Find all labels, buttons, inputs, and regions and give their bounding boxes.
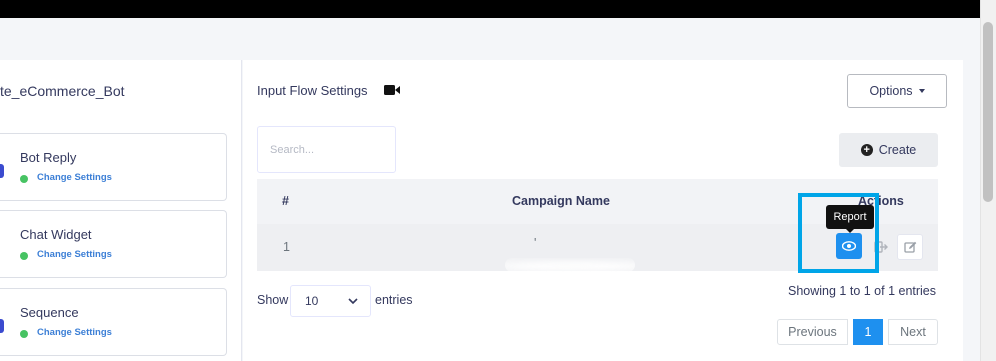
- bot-item-bot-reply[interactable]: Bot Reply Change Settings: [0, 133, 227, 201]
- status-dot-icon: [20, 175, 28, 183]
- search-input[interactable]: [257, 126, 396, 173]
- highlight-box: [798, 193, 879, 273]
- options-dropdown-button[interactable]: Options: [847, 74, 947, 108]
- change-settings-link[interactable]: Change Settings: [37, 249, 112, 260]
- bot-item-chat-widget[interactable]: Chat Widget Change Settings: [0, 210, 227, 278]
- edit-button[interactable]: [897, 234, 923, 260]
- create-label: Create: [878, 143, 917, 157]
- bot-item-title: Bot Reply: [20, 150, 77, 165]
- entries-label: entries: [375, 293, 413, 307]
- caret-down-icon: [918, 89, 925, 93]
- page-title: Input Flow Settings: [257, 83, 368, 98]
- column-header-campaign-name[interactable]: Campaign Name: [512, 194, 610, 208]
- plus-circle-icon: +: [860, 144, 873, 156]
- row-campaign-name: ': [534, 236, 537, 250]
- edit-icon: [903, 241, 916, 253]
- table-info: Showing 1 to 1 of 1 entries: [788, 284, 937, 298]
- item-marker: [0, 319, 4, 333]
- row-index: 1: [283, 240, 290, 254]
- item-marker: [0, 164, 4, 178]
- change-settings-link[interactable]: Change Settings: [37, 327, 112, 338]
- column-header-index[interactable]: #: [282, 194, 289, 208]
- change-settings-link[interactable]: Change Settings: [37, 172, 112, 183]
- bot-item-sequence[interactable]: Sequence Change Settings: [0, 288, 227, 356]
- options-label: Options: [869, 84, 913, 98]
- pagination-page-1[interactable]: 1: [853, 319, 883, 345]
- scrollbar-thumb[interactable]: [983, 22, 993, 202]
- bot-item-title: Chat Widget: [20, 227, 92, 242]
- page-length-select[interactable]: 10: [290, 285, 371, 317]
- status-dot-icon: [20, 252, 28, 260]
- create-button[interactable]: + Create: [839, 133, 938, 167]
- pagination-previous[interactable]: Previous: [777, 319, 848, 345]
- bot-name: te_eCommerce_Bot: [0, 83, 125, 99]
- pagination-next[interactable]: Next: [888, 319, 938, 345]
- top-bar: [0, 0, 980, 18]
- bot-item-title: Sequence: [20, 305, 79, 320]
- redacted-area: [505, 258, 635, 272]
- show-label: Show: [257, 293, 289, 307]
- page-length-value: 10: [305, 294, 319, 308]
- status-dot-icon: [20, 330, 28, 338]
- video-camera-icon: [384, 85, 400, 95]
- chevron-down-icon: [348, 298, 358, 305]
